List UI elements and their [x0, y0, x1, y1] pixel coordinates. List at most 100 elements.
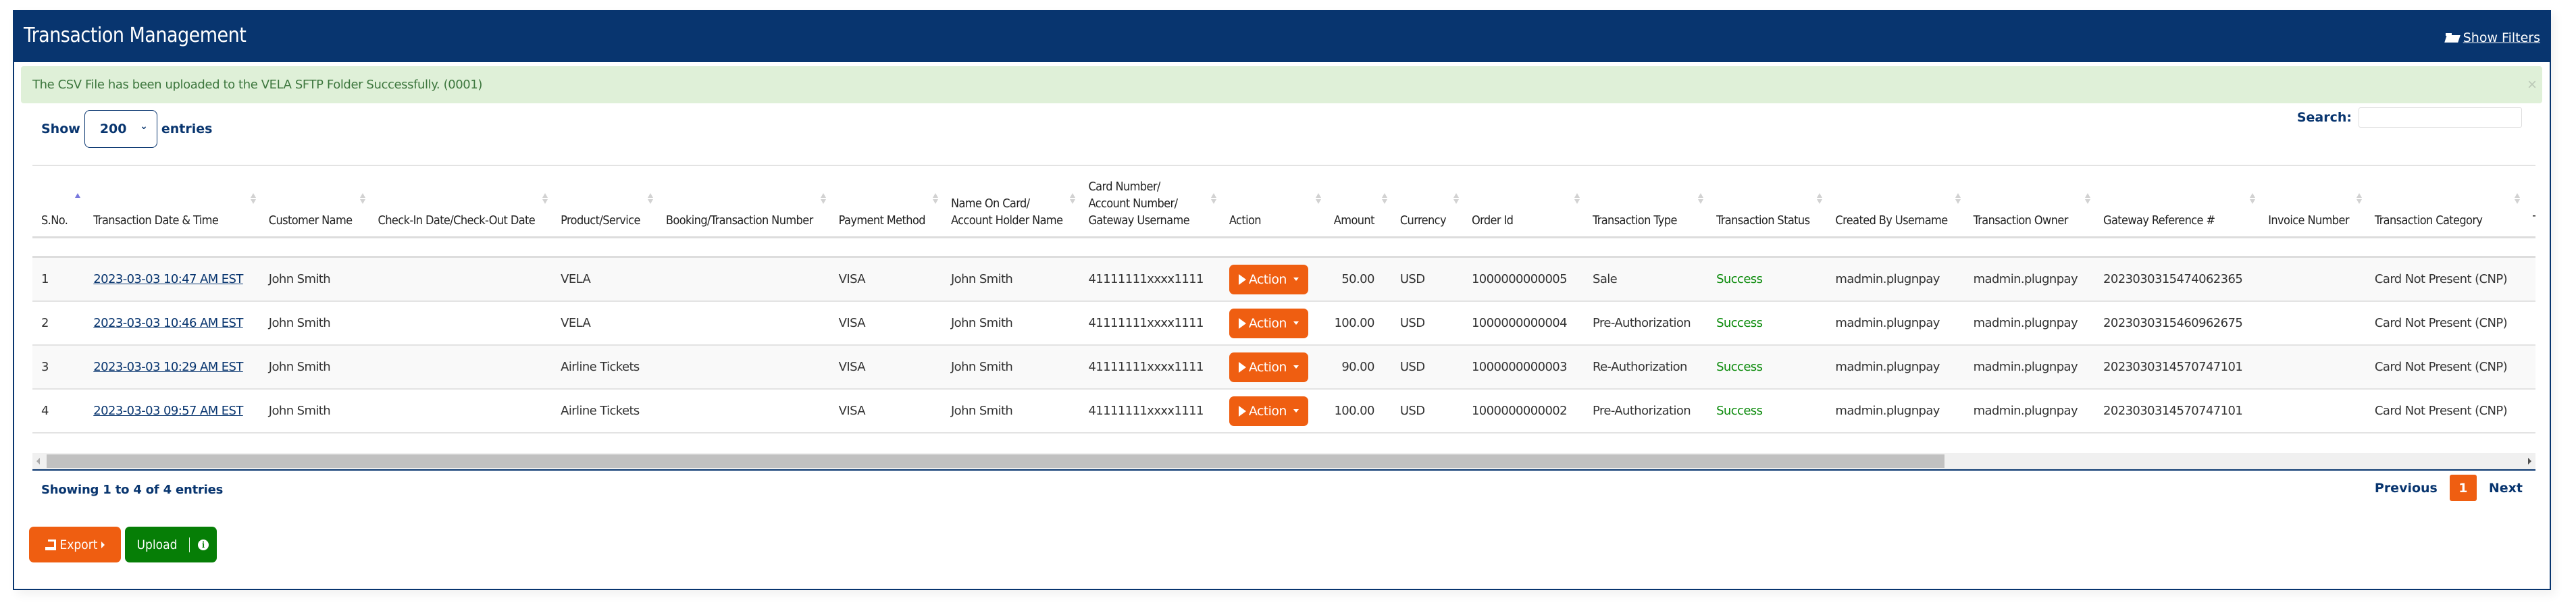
cell-card: 41111111xxxx1111 [1079, 389, 1220, 433]
column-header-label: Transaction Type [1593, 213, 1677, 228]
upload-info-button[interactable]: i [190, 539, 217, 550]
cell-gateway-ref: 2023030314570747101 [2094, 345, 2260, 390]
transaction-date-link[interactable]: 2023-03-03 10:47 AM EST [93, 272, 243, 286]
cell-customer: John Smith [259, 301, 369, 346]
column-header-booking[interactable]: Booking/Transaction Number [656, 165, 830, 238]
column-header-label: Gateway Reference # [2103, 213, 2215, 228]
column-header-category[interactable]: Transaction Category [2365, 165, 2524, 238]
column-header-owner[interactable]: Transaction Owner [1964, 165, 2095, 238]
filter-cell [369, 237, 552, 258]
column-header-name-on-card[interactable]: Name On Card/ Account Holder Name [942, 165, 1080, 238]
column-header-currency[interactable]: Currency [1391, 165, 1463, 238]
close-icon[interactable]: × [2527, 76, 2537, 95]
column-header-label: Payment Method [838, 213, 926, 228]
cell-amount: 50.00 [1324, 257, 1391, 302]
cell-order-id: 1000000000002 [1462, 389, 1585, 433]
column-header-status[interactable]: Transaction Status [1707, 165, 1827, 238]
column-header-invoice[interactable]: Invoice Number [2259, 165, 2366, 238]
cell-invoice [2259, 257, 2366, 302]
transaction-date-link[interactable]: 2023-03-03 09:57 AM EST [93, 404, 243, 418]
filter-cell [32, 237, 85, 258]
action-dropdown-button[interactable]: Action [1229, 352, 1308, 382]
cell-order-id: 1000000000004 [1462, 301, 1585, 346]
filter-cell [1079, 237, 1220, 258]
caret-down-icon [1293, 278, 1299, 281]
column-header-gateway-ref[interactable]: Gateway Reference # [2094, 165, 2260, 238]
cell-order-id: 1000000000003 [1462, 345, 1585, 390]
column-header-datetime[interactable]: Transaction Date & Time [84, 165, 260, 238]
cell-currency: USD [1391, 345, 1463, 390]
table-scroll-area: S.No. Transaction Date & Time Customer Nam… [32, 165, 2535, 448]
column-header-created-by[interactable]: Created By Username [1826, 165, 1965, 238]
page-button-current[interactable]: 1 [2449, 475, 2477, 501]
cell-product: VELA [552, 301, 657, 346]
column-header-label: Booking/Transaction Number [665, 213, 813, 228]
panel-header: Transaction Management Show Filters [14, 11, 2550, 62]
table-row: 2 2023-03-03 10:46 AM EST John Smith VELA VI… [32, 301, 2535, 346]
action-dropdown-button[interactable]: Action [1229, 264, 1308, 294]
table-row: 3 2023-03-03 10:29 AM EST John Smith Airlin… [32, 345, 2535, 390]
previous-page-button[interactable]: Previous [2375, 481, 2438, 496]
filter-cell [1324, 237, 1391, 258]
filter-cell [2365, 237, 2524, 258]
entries-per-page-select[interactable]: 200 [84, 110, 157, 148]
column-header-terminal[interactable]: Terminal S [2524, 165, 2535, 238]
column-header-payment[interactable]: Payment Method [829, 165, 942, 238]
next-page-button[interactable]: Next [2489, 481, 2523, 496]
scroll-right-icon[interactable] [2528, 458, 2531, 465]
upload-label: Upload [136, 537, 178, 552]
cell-payment: VISA [829, 389, 942, 433]
column-header-customer[interactable]: Customer Name [259, 165, 369, 238]
column-header-action[interactable]: Action [1220, 165, 1325, 238]
cell-category: Card Not Present (CNP) [2365, 301, 2524, 346]
filter-cell [84, 237, 260, 258]
cell-product: Airline Tickets [552, 345, 657, 390]
column-header-checkin[interactable]: Check-In Date/Check-Out Date [369, 165, 552, 238]
column-header-card[interactable]: Card Number/ Account Number/ Gateway Use… [1079, 165, 1220, 238]
transaction-date-link[interactable]: 2023-03-03 10:29 AM EST [93, 360, 243, 374]
upload-button[interactable]: Upload [125, 537, 190, 552]
cell-name-on-card: John Smith [942, 389, 1080, 433]
column-header-label: Terminal S [2533, 213, 2535, 228]
action-dropdown-button[interactable]: Action [1229, 308, 1308, 338]
scroll-left-icon[interactable] [36, 458, 40, 465]
cell-customer: John Smith [259, 389, 369, 433]
column-header-product[interactable]: Product/Service [552, 165, 657, 238]
cell-payment: VISA [829, 301, 942, 346]
cell-terminal [2524, 257, 2535, 302]
action-dropdown-button[interactable]: Action [1229, 396, 1308, 426]
cell-datetime: 2023-03-03 10:29 AM EST [84, 345, 260, 390]
cell-card: 41111111xxxx1111 [1079, 345, 1220, 390]
search-input[interactable] [2359, 107, 2522, 128]
transaction-date-link[interactable]: 2023-03-03 10:46 AM EST [93, 316, 243, 330]
filter-cell [656, 237, 830, 258]
cell-owner: madmin.plugnpay [1964, 301, 2095, 346]
cell-gateway-ref: 2023030315460962675 [2094, 301, 2260, 346]
success-alert: The CSV File has been uploaded to the VE… [21, 66, 2542, 103]
column-header-order-id[interactable]: Order Id [1462, 165, 1585, 238]
play-icon [1238, 361, 1246, 373]
cell-action: Action [1220, 345, 1325, 390]
cell-datetime: 2023-03-03 10:47 AM EST [84, 257, 260, 302]
column-header-amount[interactable]: Amount [1324, 165, 1391, 238]
table-row: 1 2023-03-03 10:47 AM EST John Smith VELA VI… [32, 257, 2535, 302]
cell-created-by: madmin.plugnpay [1826, 389, 1965, 433]
column-header-label: S.No. [41, 213, 68, 228]
horizontal-scrollbar[interactable] [32, 453, 2535, 471]
cell-owner: madmin.plugnpay [1964, 257, 2095, 302]
cell-sno: 1 [32, 257, 85, 302]
show-filters-link[interactable]: Show Filters [2445, 30, 2540, 45]
export-button[interactable]: Export [29, 527, 121, 562]
column-header-label: Transaction Category [2374, 213, 2483, 228]
cell-datetime: 2023-03-03 10:46 AM EST [84, 301, 260, 346]
filter-cell [942, 237, 1080, 258]
scrollbar-thumb[interactable] [47, 454, 1944, 468]
cell-owner: madmin.plugnpay [1964, 389, 2095, 433]
cell-customer: John Smith [259, 257, 369, 302]
cell-checkin [369, 389, 552, 433]
cell-category: Card Not Present (CNP) [2365, 389, 2524, 433]
column-header-type[interactable]: Transaction Type [1584, 165, 1708, 238]
search-control: Search: [2297, 107, 2522, 128]
column-header-sno[interactable]: S.No. [32, 165, 85, 238]
cell-product: Airline Tickets [552, 389, 657, 433]
